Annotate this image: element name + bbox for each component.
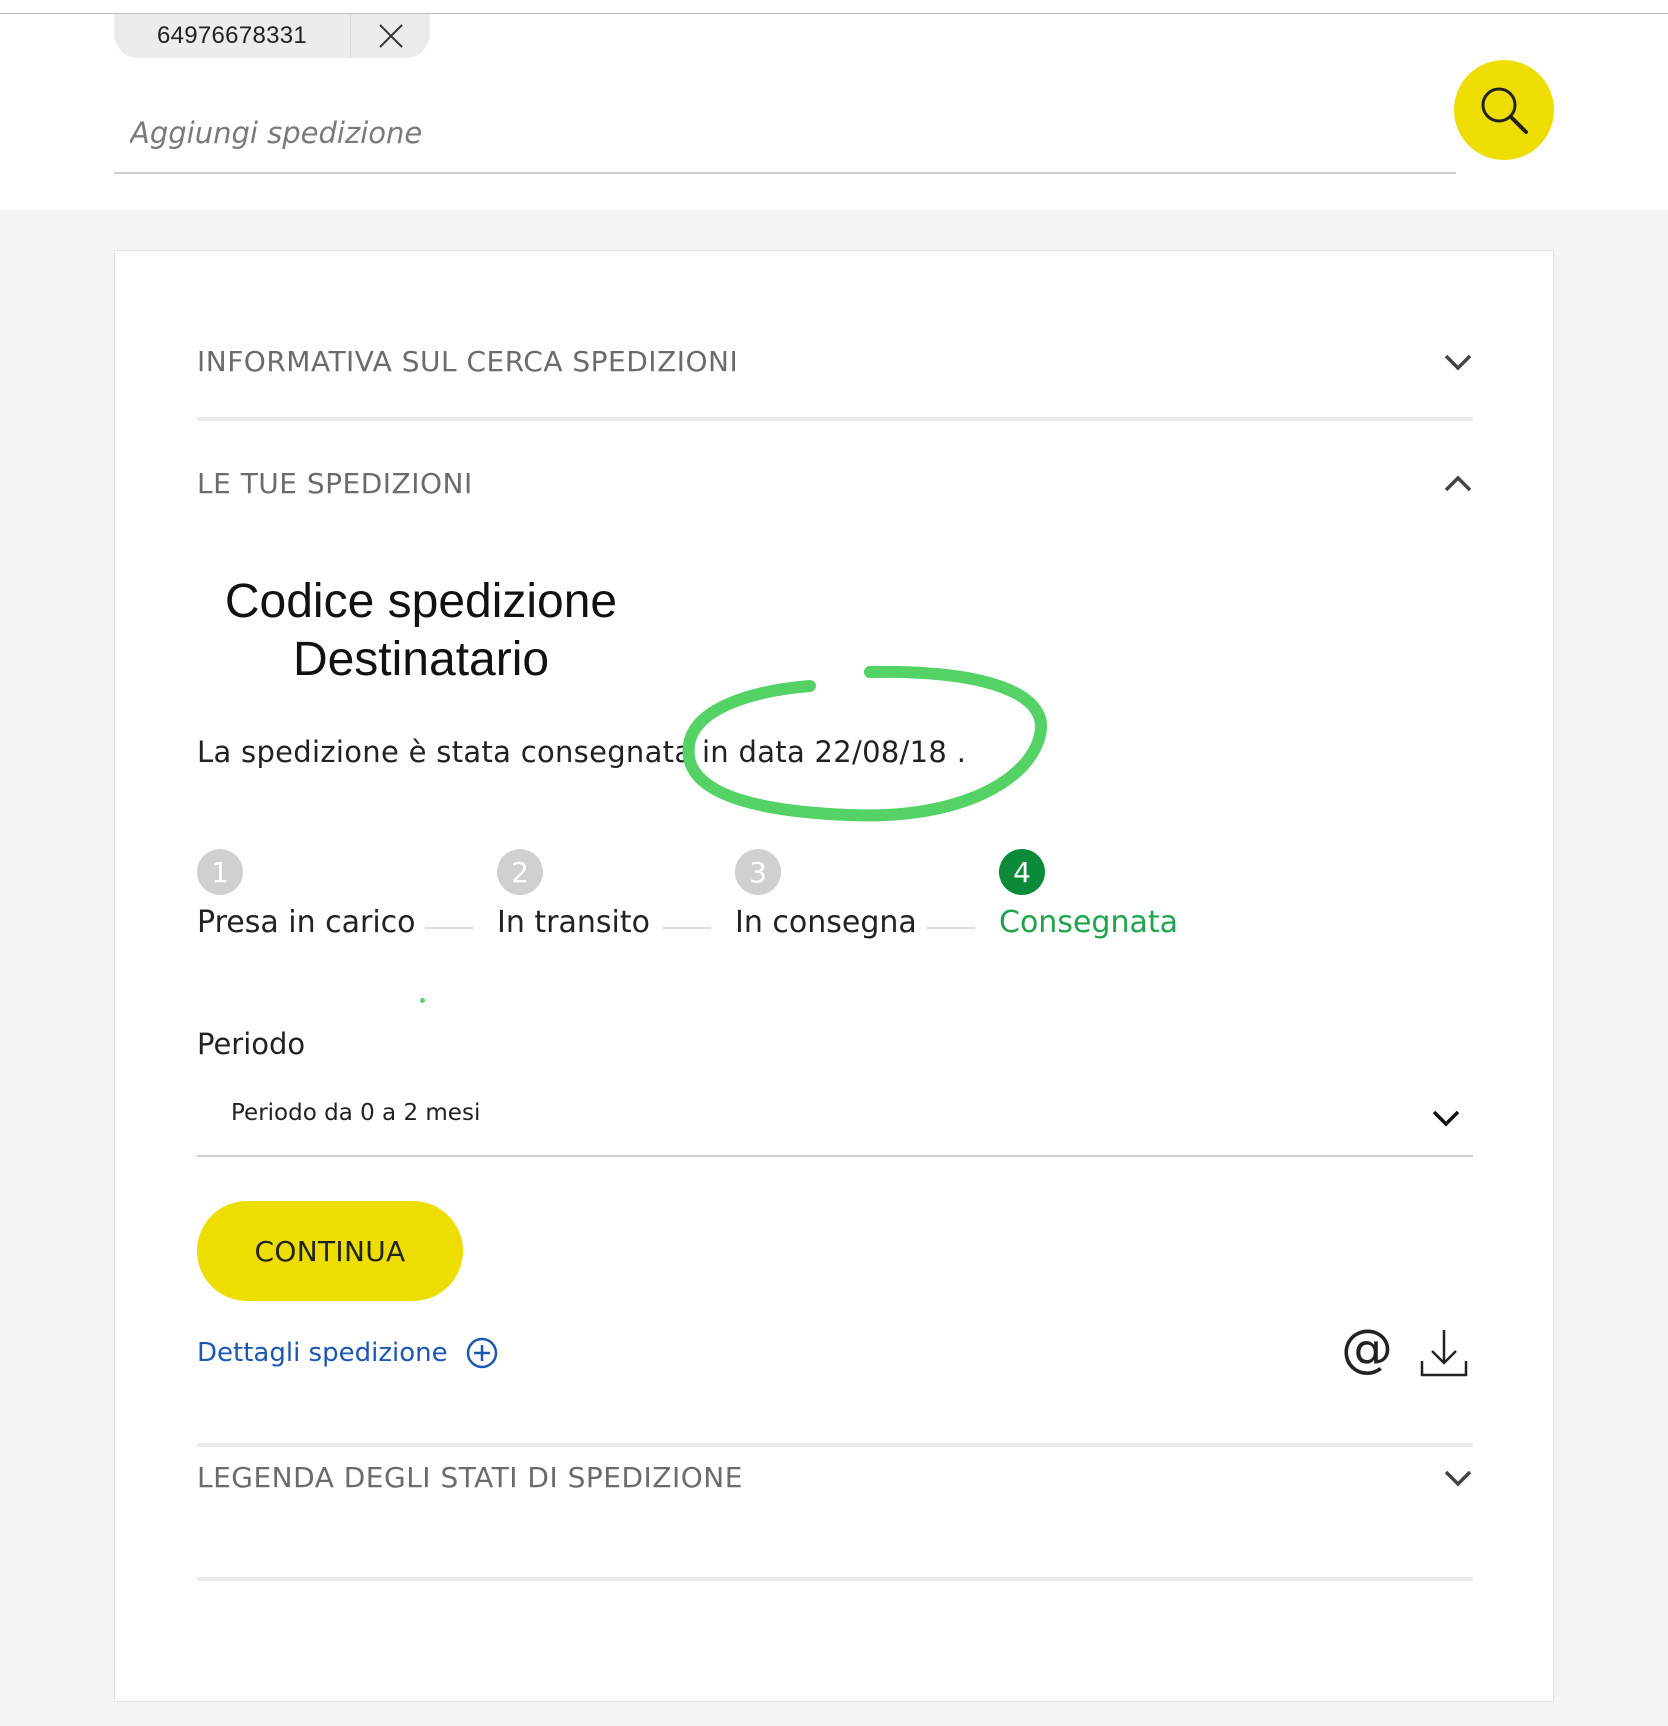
chevron-down-icon (1432, 1110, 1460, 1127)
step-label: Presa in carico (197, 905, 416, 940)
accordion-tue-spedizioni[interactable]: LE TUE SPEDIZIONI (197, 467, 1473, 500)
at-icon[interactable]: @ (1341, 1323, 1393, 1375)
step-in-consegna: 3 In consegna (735, 849, 917, 940)
divider (197, 417, 1473, 421)
add-shipment-input[interactable] (114, 94, 1456, 174)
recipient-label: Destinatario (292, 633, 550, 686)
periodo-label: Periodo (197, 1027, 306, 1061)
periodo-selected-value: Periodo da 0 a 2 mesi (231, 1100, 481, 1126)
chevron-down-icon[interactable] (1443, 352, 1473, 372)
step-consegnata: 4 Consegnata (999, 849, 1178, 940)
dettagli-spedizione-link[interactable]: Dettagli spedizione (197, 1337, 498, 1369)
dettagli-spedizione-label: Dettagli spedizione (197, 1338, 448, 1368)
plus-circle-icon (466, 1337, 497, 1369)
continua-button[interactable]: CONTINUA (197, 1201, 463, 1301)
search-header: 64976678331 (0, 14, 1668, 210)
step-connector (927, 927, 975, 929)
chevron-up-icon[interactable] (1443, 474, 1473, 494)
step-label: In consegna (735, 905, 917, 940)
step-number: 4 (999, 849, 1045, 895)
accordion-informativa[interactable]: INFORMATIVA SUL CERCA SPEDIZIONI (197, 345, 1473, 378)
shipments-card: INFORMATIVA SUL CERCA SPEDIZIONI LE TUE … (114, 250, 1554, 1702)
step-connector (663, 927, 711, 929)
step-number: 1 (197, 849, 243, 895)
shipment-code-title: Codice spedizione Destinatario (201, 573, 641, 689)
code-label: Codice spedizione (224, 575, 618, 628)
accordion-informativa-title: INFORMATIVA SUL CERCA SPEDIZIONI (197, 345, 739, 378)
close-icon (378, 24, 403, 48)
remove-chip-button[interactable] (351, 23, 430, 49)
divider (197, 1443, 1473, 1447)
divider (197, 1577, 1473, 1581)
accordion-tue-spedizioni-title: LE TUE SPEDIZIONI (197, 467, 473, 500)
periodo-select[interactable]: Periodo da 0 a 2 mesi (197, 1071, 1473, 1157)
top-border (0, 0, 1668, 14)
step-number: 2 (497, 849, 543, 895)
chevron-down-icon[interactable] (1443, 1468, 1473, 1488)
shipment-progress-steps: 1 Presa in carico 2 In transito 3 In con… (197, 849, 1297, 949)
chip-tracking-code: 64976678331 (156, 22, 308, 49)
search-icon (1481, 87, 1528, 134)
annotation-dot (420, 998, 425, 1003)
step-label: Consegnata (999, 905, 1178, 940)
accordion-legenda[interactable]: LEGENDA DEGLI STATI DI SPEDIZIONE (197, 1461, 1473, 1494)
delivery-status-text: La spedizione è stata consegnata in data… (197, 735, 967, 769)
accordion-legenda-title: LEGENDA DEGLI STATI DI SPEDIZIONE (197, 1461, 743, 1494)
step-in-transito: 2 In transito (497, 849, 650, 940)
step-number: 3 (735, 849, 781, 895)
search-button[interactable] (1454, 60, 1554, 160)
step-presa-in-carico: 1 Presa in carico (197, 849, 416, 940)
step-connector (425, 927, 473, 929)
download-icon[interactable] (1419, 1327, 1469, 1379)
step-label: In transito (497, 905, 650, 940)
tracking-chip: 64976678331 (114, 14, 430, 58)
